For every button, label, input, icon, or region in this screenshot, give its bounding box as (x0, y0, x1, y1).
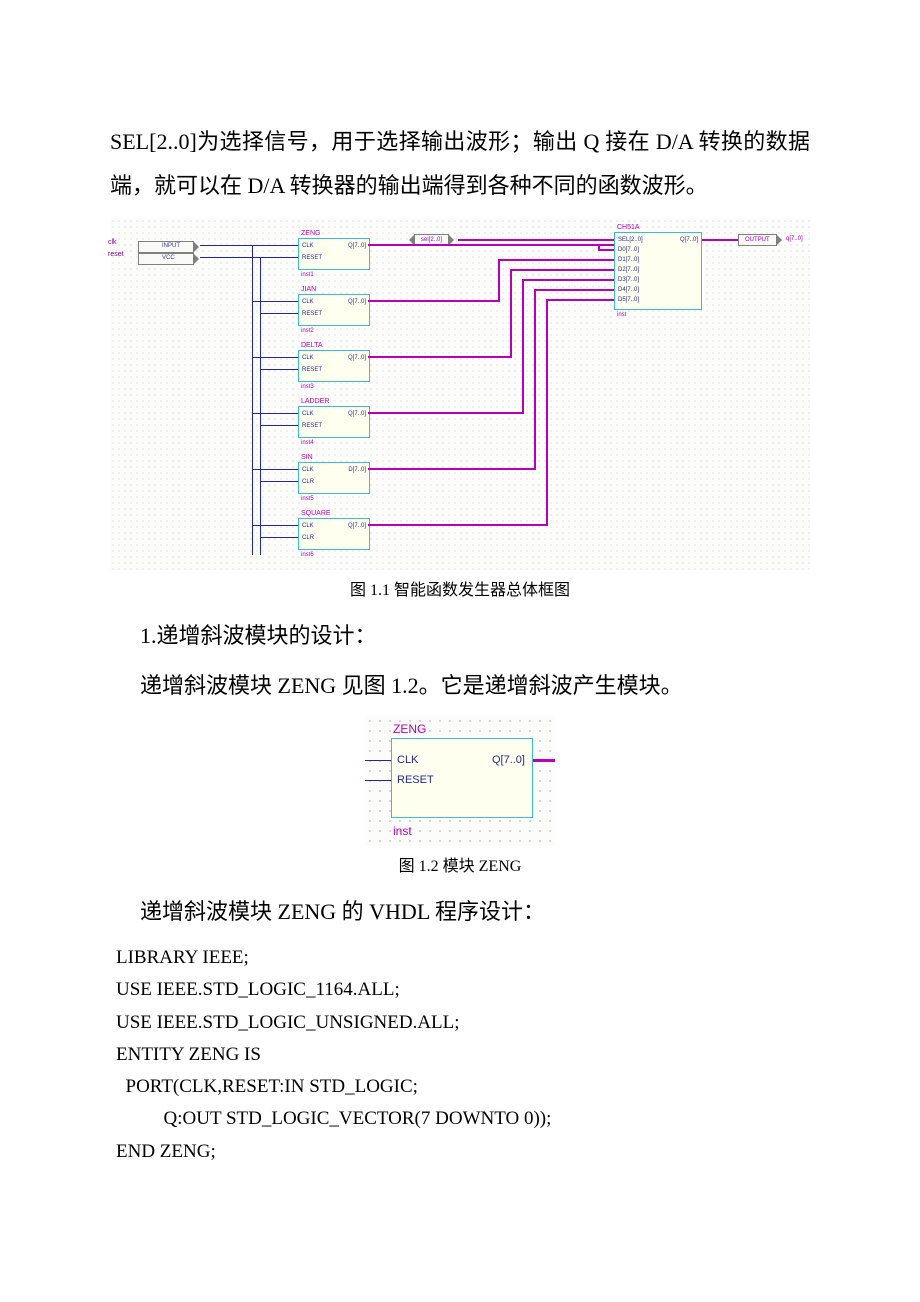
paragraph-intro: SEL[2..0]为选择信号，用于选择输出波形；输出 Q 接在 D/A 转换的数… (110, 120, 810, 208)
port-left: RESET (302, 255, 322, 261)
pin-tag-clk: INPUT (162, 243, 180, 249)
input-pin-reset: reset VCC (108, 252, 204, 266)
port-left: D0[7..0] (618, 247, 639, 253)
port-left: CLR (302, 535, 314, 541)
block-inst: inst (393, 824, 412, 838)
paragraph-vhdl-intro: 递增斜波模块 ZENG 的 VHDL 程序设计： (140, 890, 810, 934)
port-right: Q[7..0] (348, 411, 366, 417)
document-page: SEL[2..0]为选择信号，用于选择输出波形；输出 Q 接在 D/A 转换的数… (0, 0, 920, 1208)
output-pin: OUTPUT (738, 234, 777, 246)
port-left: CLK (302, 523, 314, 529)
port-right: D[7..0] (348, 467, 366, 473)
port-left: CLK (302, 299, 314, 305)
block-inst: inst3 (301, 384, 314, 390)
block-inst: inst (617, 312, 626, 318)
vhdl-code-listing: LIBRARY IEEE; USE IEEE.STD_LOGIC_1164.AL… (116, 942, 810, 1168)
pin-label-clk: clk (108, 239, 117, 246)
port-left: D1[7..0] (618, 257, 639, 263)
port-left: CLK (302, 467, 314, 473)
port-right: Q[7..0] (348, 523, 366, 529)
port-left: RESET (302, 311, 322, 317)
paragraph-zeng-intro: 递增斜波模块 ZENG 见图 1.2。它是递增斜波产生模块。 (140, 664, 810, 708)
port-left: RESET (302, 367, 322, 373)
port-left: CLR (302, 479, 314, 485)
block-ch51a: CH51A SEL[2..0] D0[7..0] D1[7..0] D2[7..… (614, 232, 702, 310)
block-title: CH51A (617, 224, 640, 231)
section-heading-1: 1.递增斜波模块的设计： (140, 614, 810, 658)
port-left: SEL[2..0] (618, 237, 643, 243)
figure-1-2-caption: 图 1.2 模块 ZENG (110, 852, 810, 876)
block-ladder: LADDER CLK RESET Q[7..0] inst4 (298, 406, 370, 438)
block-zeng: ZENG CLK RESET Q[7..0] inst1 (298, 238, 370, 270)
port-right: Q[7..0] (348, 299, 366, 305)
port-left: CLK (397, 754, 418, 766)
port-right: Q[7..0] (348, 355, 366, 361)
figure-1-1-schematic: clk INPUT reset VCC ZENG CLK RESET Q[7..… (110, 218, 810, 570)
port-right: Q[7..0] (680, 237, 698, 243)
block-title: DELTA (301, 342, 323, 349)
port-left: CLK (302, 411, 314, 417)
block-inst: inst2 (301, 328, 314, 334)
block-title: JIAN (301, 286, 316, 293)
output-label: q[7..0] (786, 236, 803, 242)
block-inst: inst1 (301, 272, 314, 278)
block-jian: JIAN CLK RESET Q[7..0] inst2 (298, 294, 370, 326)
block-title: LADDER (301, 398, 329, 405)
block-title: SIN (301, 454, 313, 461)
block-inst: inst5 (301, 496, 314, 502)
block-title: SQUARE (301, 510, 331, 517)
figure-1-1-caption: 图 1.1 智能函数发生器总体框图 (110, 576, 810, 600)
port-left: CLK (302, 243, 314, 249)
block-title: ZENG (393, 722, 426, 736)
port-right: Q[7..0] (348, 243, 366, 249)
block-title: ZENG (301, 230, 320, 237)
port-left: D4[7..0] (618, 287, 639, 293)
port-left: D5[7..0] (618, 297, 639, 303)
port-left: D2[7..0] (618, 267, 639, 273)
port-left: RESET (397, 774, 434, 786)
port-left: RESET (302, 423, 322, 429)
block-inst: inst4 (301, 440, 314, 446)
pin-label-reset: reset (108, 251, 124, 258)
port-left: CLK (302, 355, 314, 361)
port-left: D3[7..0] (618, 277, 639, 283)
pin-tag-reset: VCC (162, 255, 175, 261)
block-delta: DELTA CLK RESET Q[7..0] inst3 (298, 350, 370, 382)
block-inst: inst6 (301, 552, 314, 558)
block-sin: SIN CLK CLR D[7..0] inst5 (298, 462, 370, 494)
port-right: Q[7..0] (492, 754, 525, 766)
block-square: SQUARE CLK CLR Q[7..0] inst6 (298, 518, 370, 550)
figure-1-2-block: ZENG CLK RESET Q[7..0] inst (365, 716, 555, 846)
